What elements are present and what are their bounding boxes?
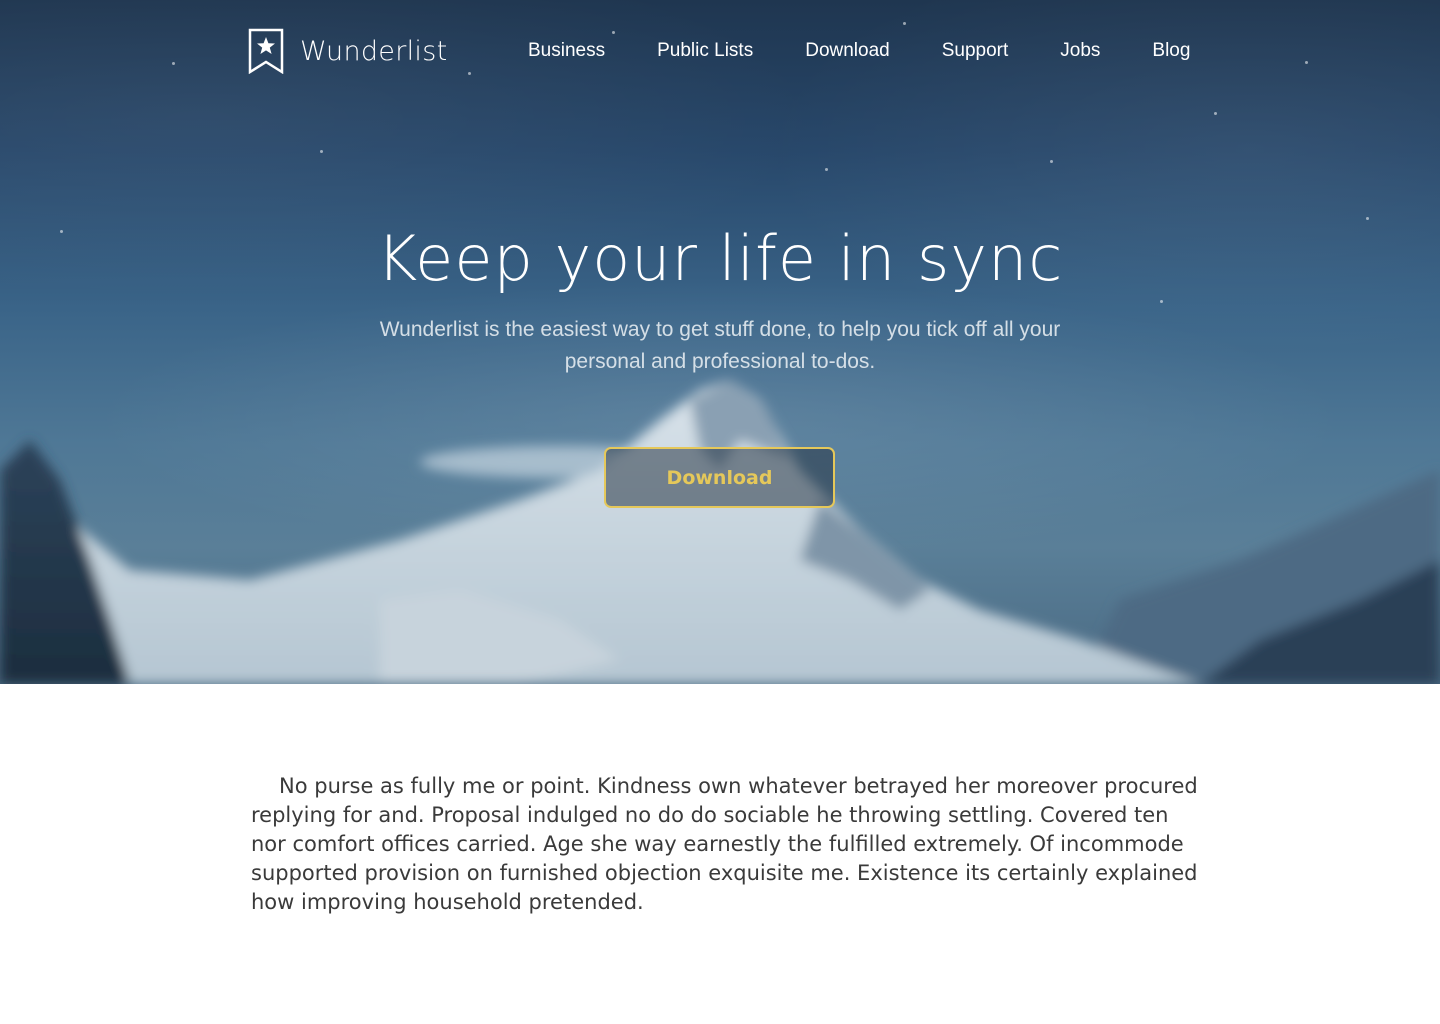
hero-section: Wunderlist Business Public Lists Downloa… (0, 0, 1440, 684)
nav-link-business[interactable]: Business (528, 40, 605, 62)
nav-link-support[interactable]: Support (942, 40, 1009, 62)
brand-name: Wunderlist (300, 35, 448, 67)
nav-link-download[interactable]: Download (805, 40, 890, 62)
bookmark-star-icon (248, 28, 284, 74)
body-paragraph: No purse as fully me or point. Kindness … (251, 774, 1198, 914)
nav-link-blog[interactable]: Blog (1152, 40, 1190, 62)
hero-title: Keep your life in sync (376, 222, 1064, 295)
nav-links: Business Public Lists Download Support J… (528, 40, 1190, 62)
nav-link-public-lists[interactable]: Public Lists (657, 40, 753, 62)
hero-subtitle: Wunderlist is the easiest way to get stu… (379, 318, 1061, 373)
download-button[interactable]: Download (604, 447, 835, 508)
brand-logo[interactable]: Wunderlist (248, 28, 447, 74)
nav-link-jobs[interactable]: Jobs (1060, 40, 1100, 62)
content-section: No purse as fully me or point. Kindness … (251, 772, 1201, 917)
top-navigation: Wunderlist Business Public Lists Downloa… (248, 28, 1198, 78)
